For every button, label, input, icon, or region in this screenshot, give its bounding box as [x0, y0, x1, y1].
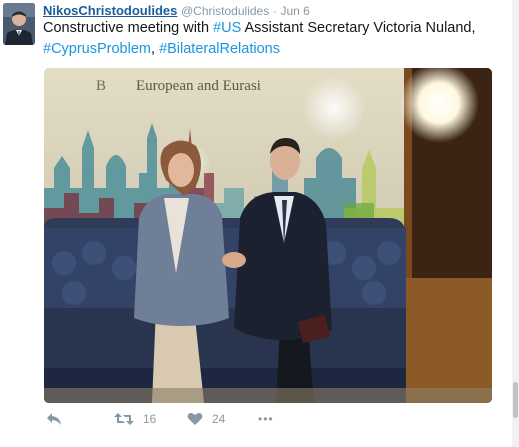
- tweet-timestamp[interactable]: Jun 6: [280, 4, 309, 18]
- like-button[interactable]: 24: [187, 412, 225, 426]
- author-handle[interactable]: @Christodulides: [181, 4, 269, 18]
- author-name[interactable]: NikosChristodoulides: [43, 3, 177, 18]
- like-count: 24: [212, 412, 226, 426]
- tweet-actions: 16 24 •••: [44, 412, 504, 434]
- scrollbar-thumb[interactable]: [513, 382, 518, 418]
- more-button[interactable]: •••: [258, 412, 274, 426]
- reply-icon: [47, 413, 61, 425]
- tweet: NikosChristodoulides @Christodulides · J…: [0, 0, 519, 447]
- photo-sign-text: European and Eurasi: [136, 78, 261, 94]
- reply-button[interactable]: [46, 412, 62, 426]
- tweet-text-segment: ,: [151, 41, 160, 57]
- retweet-button[interactable]: 16: [114, 412, 156, 426]
- separator-dot: ·: [272, 4, 277, 18]
- retweet-count: 16: [143, 412, 157, 426]
- retweet-icon: [114, 413, 134, 425]
- hashtag-us[interactable]: #US: [213, 20, 241, 36]
- hashtag-cyprusproblem[interactable]: #CyprusProblem: [43, 41, 151, 57]
- avatar[interactable]: [3, 3, 35, 45]
- avatar-image: [3, 3, 35, 45]
- hashtag-bilateralrelations[interactable]: #BilateralRelations: [159, 41, 280, 57]
- tweet-header: NikosChristodoulides @Christodulides · J…: [43, 3, 310, 18]
- tweet-text-segment: Assistant Secretary Victoria Nuland,: [241, 20, 476, 36]
- tweet-text: Constructive meeting with #US Assistant …: [43, 18, 513, 60]
- scrollbar[interactable]: [512, 0, 519, 447]
- tweet-photo[interactable]: B European and Eurasi: [44, 68, 492, 403]
- more-icon: •••: [258, 412, 274, 426]
- heart-icon: [187, 413, 203, 425]
- tweet-text-segment: Constructive meeting with: [43, 20, 214, 36]
- photo-sign-partial: B: [96, 78, 106, 94]
- photo-image: B European and Eurasi: [44, 68, 492, 403]
